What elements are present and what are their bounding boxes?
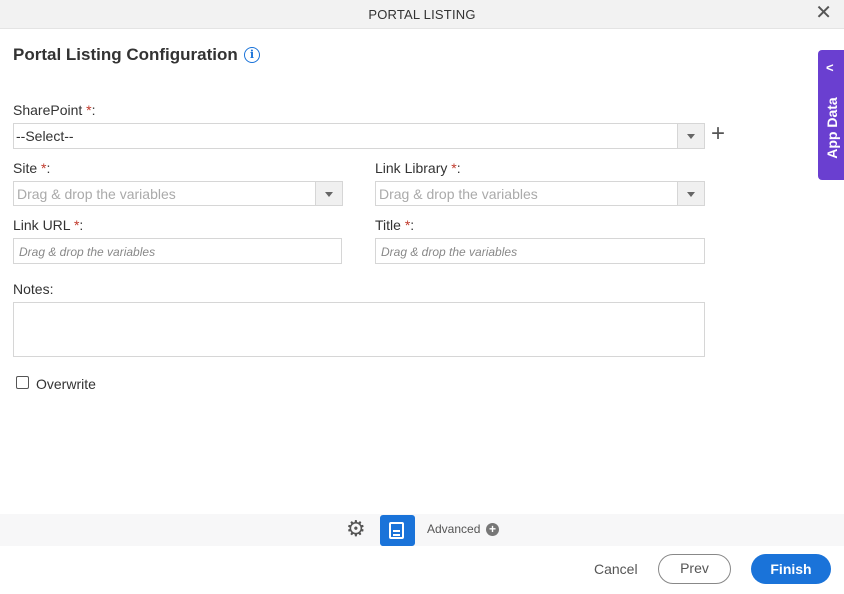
add-icon[interactable]: + (711, 122, 725, 146)
sharepoint-label: SharePoint *: (13, 102, 96, 118)
title-placeholder: Drag & drop the variables (381, 245, 518, 259)
sharepoint-value: --Select-- (16, 128, 74, 144)
gear-icon[interactable]: ⚙ (346, 518, 366, 540)
chevron-down-icon[interactable] (315, 182, 342, 205)
cancel-button[interactable]: Cancel (594, 561, 638, 577)
link-library-select[interactable]: Drag & drop the variables (375, 181, 705, 206)
site-label: Site *: (13, 160, 51, 176)
form-button[interactable] (380, 515, 415, 546)
chevron-down-icon[interactable] (677, 182, 704, 205)
advanced-label[interactable]: Advanced (427, 522, 480, 536)
site-select[interactable]: Drag & drop the variables (13, 181, 343, 206)
plus-circle-icon[interactable]: + (486, 523, 499, 536)
sharepoint-select[interactable]: --Select-- (13, 123, 705, 149)
overwrite-checkbox[interactable] (16, 376, 29, 389)
title-bar: PORTAL LISTING ✕ (0, 0, 844, 29)
app-data-panel-toggle[interactable]: < App Data (818, 50, 844, 180)
page-title: Portal Listing Configuration (13, 45, 238, 64)
app-data-label: App Data (824, 97, 840, 159)
close-icon[interactable]: ✕ (815, 3, 832, 23)
chevron-down-icon[interactable] (677, 124, 704, 148)
notes-textarea[interactable] (13, 302, 705, 357)
bottom-toolbar (0, 514, 844, 546)
site-placeholder: Drag & drop the variables (17, 186, 176, 202)
link-url-input[interactable]: Drag & drop the variables (13, 238, 342, 264)
prev-button[interactable]: Prev (658, 554, 731, 584)
window-title: PORTAL LISTING (368, 7, 476, 22)
link-url-label: Link URL *: (13, 217, 84, 233)
finish-button[interactable]: Finish (751, 554, 831, 584)
link-url-placeholder: Drag & drop the variables (19, 245, 156, 259)
info-icon[interactable]: i (244, 47, 260, 63)
title-input[interactable]: Drag & drop the variables (375, 238, 705, 264)
chevron-left-icon: < (826, 60, 834, 75)
form-icon (389, 522, 404, 539)
overwrite-label: Overwrite (36, 376, 96, 392)
link-library-label: Link Library *: (375, 160, 461, 176)
notes-label: Notes: (13, 281, 54, 297)
link-library-placeholder: Drag & drop the variables (379, 186, 538, 202)
title-label: Title *: (375, 217, 415, 233)
